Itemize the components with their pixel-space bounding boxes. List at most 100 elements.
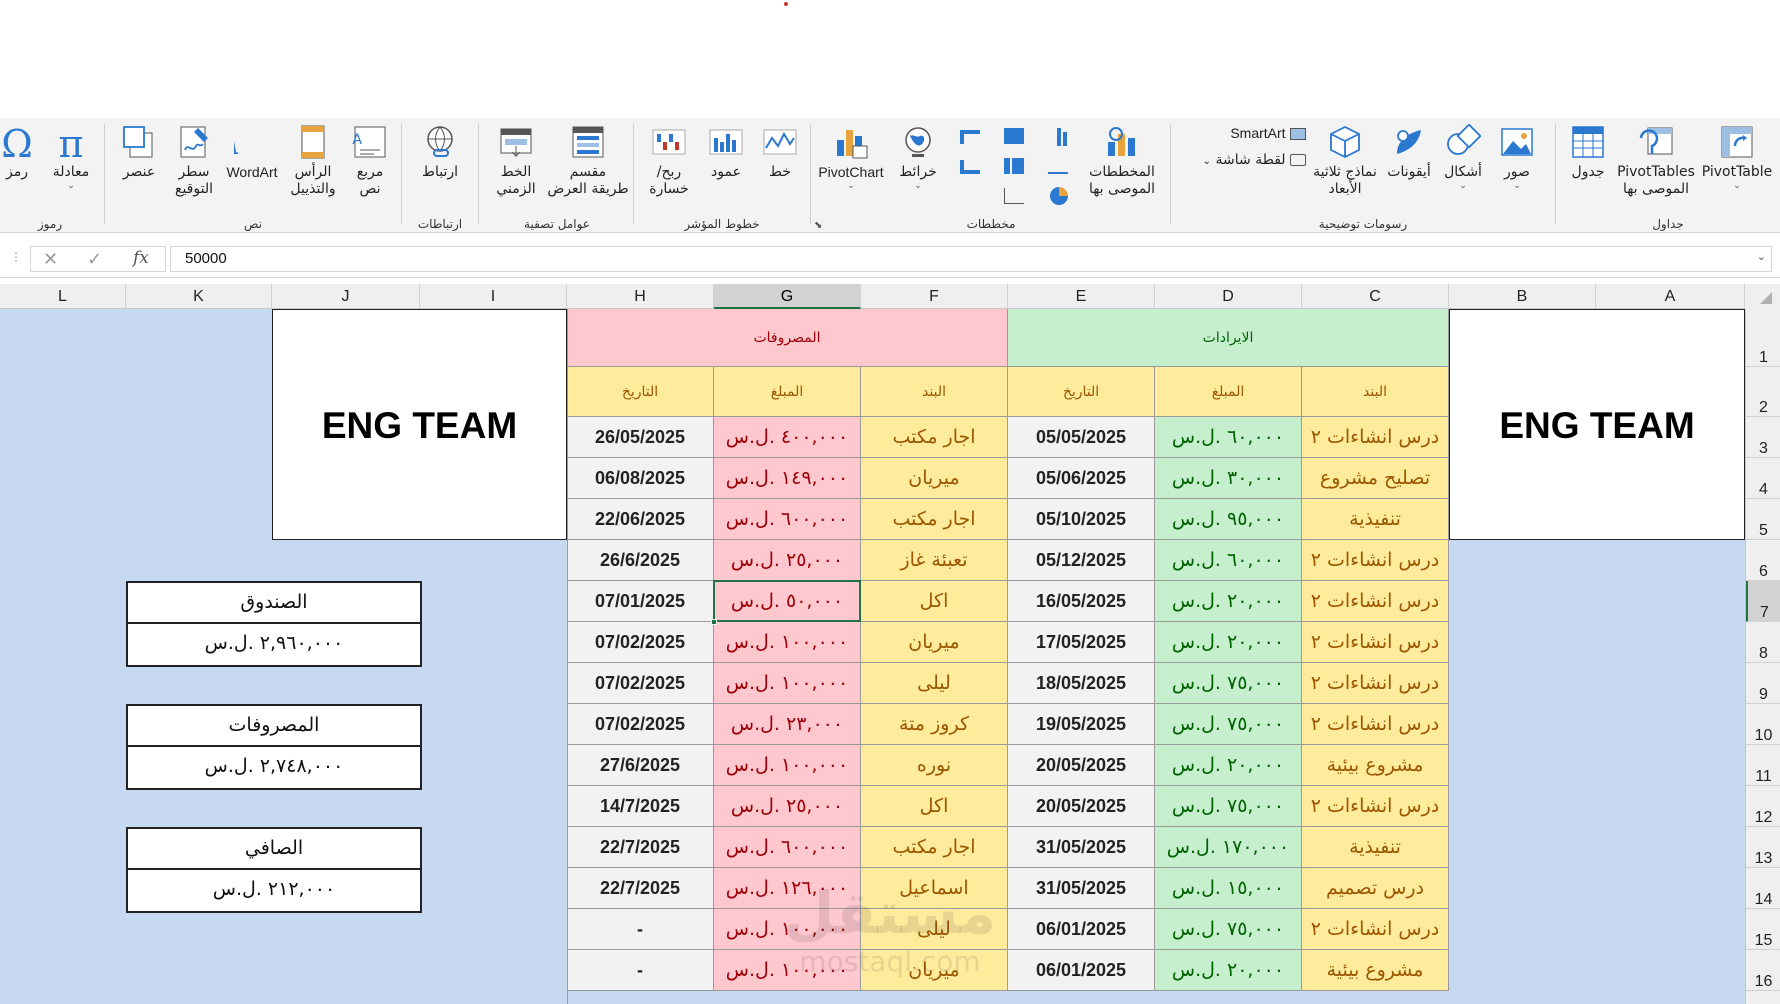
row-header-8[interactable]: 8 bbox=[1746, 622, 1780, 663]
revenue-amount-cell[interactable]: ٩٥,٠٠٠ .ل.س bbox=[1155, 499, 1302, 540]
row-header-12[interactable]: 12 bbox=[1746, 786, 1780, 827]
row-header-10[interactable]: 10 bbox=[1746, 704, 1780, 745]
revenue-date-cell[interactable]: 17/05/2025 bbox=[1008, 622, 1155, 663]
row-header-5[interactable]: 5 bbox=[1746, 499, 1780, 540]
pivottable-button[interactable]: PivotTable ⌄ bbox=[1698, 124, 1776, 191]
column-header-B[interactable]: B bbox=[1449, 284, 1596, 309]
expense-item-cell[interactable]: تعبئة غاز bbox=[861, 540, 1008, 581]
statistic-chart-dropdown[interactable] bbox=[994, 154, 1024, 178]
revenue-amount-cell[interactable]: ٢٠,٠٠٠ .ل.س bbox=[1155, 745, 1302, 786]
summary-title[interactable]: المصروفات bbox=[128, 706, 420, 747]
signature-line-button[interactable]: سطر التوقيع bbox=[168, 124, 220, 198]
icons-button[interactable]: أيقونات bbox=[1382, 124, 1436, 181]
revenue-date-cell[interactable]: 31/05/2025 bbox=[1008, 868, 1155, 909]
revenue-amount-cell[interactable]: ٦٠,٠٠٠ .ل.س bbox=[1155, 540, 1302, 581]
revenue-date-cell[interactable]: 16/05/2025 bbox=[1008, 581, 1155, 622]
revenue-date-cell[interactable]: 05/12/2025 bbox=[1008, 540, 1155, 581]
expense-item-cell[interactable]: ميريان bbox=[861, 622, 1008, 663]
pivotchart-button[interactable]: PivotChart ⌄ bbox=[814, 124, 888, 191]
formula-input[interactable]: 50000 bbox=[170, 246, 1772, 272]
expense-subheader-amount[interactable]: المبلغ bbox=[714, 367, 861, 417]
revenue-amount-cell[interactable]: ٧٥,٠٠٠ .ل.س bbox=[1155, 786, 1302, 827]
line-chart-dropdown[interactable] bbox=[1038, 154, 1068, 178]
pictures-button[interactable]: صور ⌄ bbox=[1492, 124, 1542, 191]
revenue-date-cell[interactable]: 20/05/2025 bbox=[1008, 745, 1155, 786]
revenue-item-cell[interactable]: تنفيذية bbox=[1302, 499, 1449, 540]
revenue-item-cell[interactable]: درس تصميم bbox=[1302, 868, 1449, 909]
expense-subheader-date[interactable]: التاريخ bbox=[567, 367, 714, 417]
slicer-button[interactable]: مقسم طريقة العرض bbox=[546, 124, 630, 198]
summary-title[interactable]: الصافي bbox=[128, 829, 420, 870]
expense-amount-cell[interactable]: ١٠٠,٠٠٠ .ل.س bbox=[714, 622, 861, 663]
revenue-item-cell[interactable]: تنفيذية bbox=[1302, 827, 1449, 868]
row-header-9[interactable]: 9 bbox=[1746, 663, 1780, 704]
row-header-1[interactable]: 1 bbox=[1746, 309, 1780, 367]
expense-item-cell[interactable]: اجار مكتب bbox=[861, 827, 1008, 868]
column-header-D[interactable]: D bbox=[1155, 284, 1302, 309]
expense-amount-cell[interactable]: ٦٠٠,٠٠٠ .ل.س bbox=[714, 827, 861, 868]
table-button[interactable]: جدول bbox=[1564, 124, 1612, 181]
sparkline-winloss-button[interactable]: ربح/ خسارة bbox=[640, 124, 698, 198]
bar-chart-dropdown[interactable] bbox=[994, 124, 1024, 148]
column-header-G[interactable]: G bbox=[714, 284, 861, 309]
expense-item-cell[interactable]: اكل bbox=[861, 581, 1008, 622]
expense-date-cell[interactable]: - bbox=[567, 909, 714, 950]
expense-amount-cell[interactable]: ٢٥,٠٠٠ .ل.س bbox=[714, 540, 861, 581]
expense-amount-cell[interactable]: ٦٠٠,٠٠٠ .ل.س bbox=[714, 499, 861, 540]
expense-date-cell[interactable]: 27/6/2025 bbox=[567, 745, 714, 786]
revenue-item-cell[interactable]: درس انشاءات ٢ bbox=[1302, 540, 1449, 581]
revenue-item-cell[interactable]: درس انشاءات ٢ bbox=[1302, 417, 1449, 458]
column-header-J[interactable]: J bbox=[272, 284, 420, 309]
row-header-4[interactable]: 4 bbox=[1746, 458, 1780, 499]
enter-icon[interactable]: ✓ bbox=[87, 249, 102, 270]
column-chart-dropdown[interactable] bbox=[1038, 124, 1068, 148]
expense-amount-cell[interactable]: ١٠٠,٠٠٠ .ل.س bbox=[714, 745, 861, 786]
row-header-14[interactable]: 14 bbox=[1746, 868, 1780, 909]
column-header-H[interactable]: H bbox=[567, 284, 714, 309]
expense-amount-cell[interactable]: ٢٥,٠٠٠ .ل.س bbox=[714, 786, 861, 827]
scatter-chart-dropdown[interactable] bbox=[994, 184, 1024, 208]
revenue-date-cell[interactable]: 31/05/2025 bbox=[1008, 827, 1155, 868]
expense-date-cell[interactable]: 26/6/2025 bbox=[567, 540, 714, 581]
revenue-amount-cell[interactable]: ٢٠,٠٠٠ .ل.س bbox=[1155, 581, 1302, 622]
revenue-date-cell[interactable]: 05/05/2025 bbox=[1008, 417, 1155, 458]
worksheet-grid[interactable]: الايرادات المصروفات البند المبلغ التاريخ البن… bbox=[0, 309, 1745, 1004]
smartart-button[interactable]: SmartArt bbox=[1226, 125, 1306, 142]
revenue-amount-cell[interactable]: ٧٥,٠٠٠ .ل.س bbox=[1155, 663, 1302, 704]
revenue-subheader-date[interactable]: التاريخ bbox=[1008, 367, 1155, 417]
summary-title[interactable]: الصندوق bbox=[128, 583, 420, 624]
select-all-corner[interactable] bbox=[1745, 284, 1780, 309]
header-footer-button[interactable]: الرأس والتذييل bbox=[284, 124, 342, 198]
expense-date-cell[interactable]: 07/02/2025 bbox=[567, 663, 714, 704]
expense-header[interactable]: المصروفات bbox=[567, 309, 1008, 367]
revenue-amount-cell[interactable]: ٧٥,٠٠٠ .ل.س bbox=[1155, 704, 1302, 745]
column-header-A[interactable]: A bbox=[1596, 284, 1745, 309]
expense-item-cell[interactable]: اجار مكتب bbox=[861, 417, 1008, 458]
row-header-16[interactable]: 16 bbox=[1746, 950, 1780, 991]
expense-item-cell[interactable]: كروز متة bbox=[861, 704, 1008, 745]
expense-amount-cell[interactable]: ١٠٠,٠٠٠ .ل.س bbox=[714, 663, 861, 704]
column-header-K[interactable]: K bbox=[126, 284, 272, 309]
revenue-date-cell[interactable]: 19/05/2025 bbox=[1008, 704, 1155, 745]
row-header-2[interactable]: 2 bbox=[1746, 367, 1780, 417]
shapes-button[interactable]: أشكال ⌄ bbox=[1438, 124, 1488, 191]
recommended-charts-button[interactable]: المخططات الموصى بها bbox=[1080, 124, 1164, 198]
cancel-icon[interactable]: ✕ bbox=[43, 249, 58, 270]
expense-date-cell[interactable]: 22/7/2025 bbox=[567, 827, 714, 868]
expense-item-cell[interactable]: اجار مكتب bbox=[861, 499, 1008, 540]
expense-amount-cell[interactable]: ٢٣,٠٠٠ .ل.س bbox=[714, 704, 861, 745]
revenue-subheader-amount[interactable]: المبلغ bbox=[1155, 367, 1302, 417]
revenue-date-cell[interactable]: 18/05/2025 bbox=[1008, 663, 1155, 704]
sparkline-column-button[interactable]: عمود bbox=[700, 124, 752, 181]
revenue-amount-cell[interactable]: ٧٥,٠٠٠ .ل.س bbox=[1155, 909, 1302, 950]
expense-date-cell[interactable]: 26/05/2025 bbox=[567, 417, 714, 458]
summary-value[interactable]: ٢,٩٦٠,٠٠٠ .ل.س bbox=[128, 624, 420, 665]
expense-date-cell[interactable]: 07/02/2025 bbox=[567, 704, 714, 745]
revenue-date-cell[interactable]: 06/01/2025 bbox=[1008, 909, 1155, 950]
equation-button[interactable]: π معادلة ⌄ bbox=[44, 124, 98, 191]
revenue-item-cell[interactable]: درس انشاءات ٢ bbox=[1302, 909, 1449, 950]
expense-date-cell[interactable]: - bbox=[567, 950, 714, 991]
revenue-date-cell[interactable]: 05/10/2025 bbox=[1008, 499, 1155, 540]
revenue-item-cell[interactable]: درس انشاءات ٢ bbox=[1302, 704, 1449, 745]
revenue-amount-cell[interactable]: ٢٠,٠٠٠ .ل.س bbox=[1155, 950, 1302, 991]
